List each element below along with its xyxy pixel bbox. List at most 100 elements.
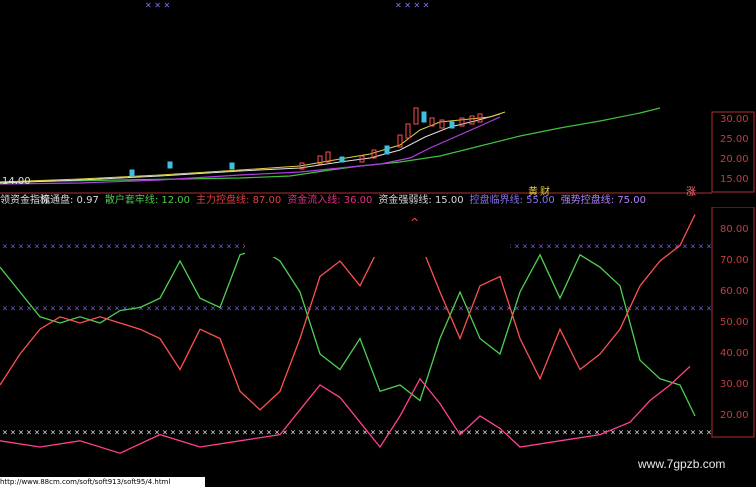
threshold-mark: × [42, 429, 48, 437]
threshold-mark: × [362, 429, 368, 437]
threshold-mark: × [578, 243, 584, 251]
threshold-mark: × [146, 305, 152, 313]
threshold-mark: × [554, 243, 560, 251]
indicator-param-3: 资金流入线: 36.00 [287, 195, 373, 206]
ma-line-yellow [0, 111, 506, 183]
candle [405, 123, 411, 139]
threshold-mark: × [458, 305, 464, 313]
threshold-mark: × [274, 305, 280, 313]
threshold-mark: × [346, 429, 352, 437]
ma-line-purple [0, 116, 501, 185]
ind-tick-50: 50.00 [720, 317, 749, 328]
threshold-mark: × [698, 429, 704, 437]
threshold-mark: × [322, 305, 328, 313]
threshold-mark: × [402, 305, 408, 313]
watermark: www.7gpzb.com [638, 457, 726, 471]
threshold-mark: × [178, 305, 184, 313]
threshold-mark: × [26, 429, 32, 437]
threshold-mark: × [146, 429, 152, 437]
threshold-mark: × [2, 429, 8, 437]
candle [413, 107, 419, 125]
threshold-mark: × [34, 243, 40, 251]
threshold-mark: × [322, 429, 328, 437]
threshold-mark: × [186, 429, 192, 437]
threshold-mark: × [162, 305, 168, 313]
threshold-mark: × [234, 243, 240, 251]
threshold-mark: × [154, 305, 160, 313]
threshold-mark: × [554, 429, 560, 437]
threshold-mark: × [634, 429, 640, 437]
threshold-mark: × [394, 429, 400, 437]
threshold-mark: × [474, 429, 480, 437]
threshold-mark: × [338, 305, 344, 313]
threshold-mark: × [666, 243, 672, 251]
threshold-mark: × [594, 305, 600, 313]
threshold-mark: × [298, 429, 304, 437]
threshold-mark: × [42, 305, 48, 313]
candle [469, 115, 475, 125]
threshold-mark: × [258, 429, 264, 437]
threshold-mark: × [114, 243, 120, 251]
threshold-mark: × [578, 305, 584, 313]
threshold-mark: × [618, 429, 624, 437]
threshold-mark: × [602, 305, 608, 313]
indicator-param-5: 控盘临界线: 55.00 [469, 195, 555, 206]
threshold-mark: × [586, 243, 592, 251]
threshold-mark: × [354, 305, 360, 313]
threshold-mark: × [170, 243, 176, 251]
threshold-mark: × [346, 305, 352, 313]
threshold-mark: × [378, 429, 384, 437]
threshold-mark: × [226, 305, 232, 313]
price-tick-25: 25.00 [720, 134, 749, 145]
threshold-mark: × [594, 243, 600, 251]
threshold-mark: × [18, 429, 24, 437]
threshold-mark: × [34, 429, 40, 437]
ind-tick-30: 30.00 [720, 379, 749, 390]
threshold-mark: × [626, 243, 632, 251]
ind-tick-40: 40.00 [720, 348, 749, 359]
threshold-mark: × [106, 305, 112, 313]
indicator-chart[interactable]: × × × × × × × × × × × × × × × × × × × × × × × × × × × × × × × × × × × × × × × ×… [0, 207, 756, 477]
threshold-mark: × [642, 243, 648, 251]
threshold-mark: × [418, 305, 424, 313]
threshold-mark: × [562, 429, 568, 437]
price-chart[interactable]: ✕ ✕ ✕ ✕ ✕ ✕ ✕ ✕ [0, 0, 756, 195]
threshold-mark: × [370, 305, 376, 313]
ind-tick-60: 60.00 [720, 286, 749, 297]
indicator-line-0 [0, 247, 696, 417]
threshold-mark: × [58, 429, 64, 437]
threshold-mark: × [18, 305, 24, 313]
threshold-mark: × [138, 429, 144, 437]
threshold-mark: × [418, 429, 424, 437]
threshold-mark: × [130, 243, 136, 251]
threshold-mark: × [330, 429, 336, 437]
threshold-mark: × [242, 305, 248, 313]
price-tick-20: 20.00 [720, 154, 749, 165]
threshold-mark: × [698, 305, 704, 313]
threshold-mark: × [194, 305, 200, 313]
threshold-mark: × [674, 429, 680, 437]
threshold-mark: × [290, 305, 296, 313]
threshold-mark: × [138, 243, 144, 251]
threshold-mark: × [634, 305, 640, 313]
threshold-mark: × [570, 243, 576, 251]
threshold-mark: × [538, 305, 544, 313]
ma-line-green [0, 107, 661, 183]
indicator-param-1: 散户套牢线: 12.00 [104, 195, 191, 206]
threshold-mark: × [610, 243, 616, 251]
indicator-header: 领资金指标 流通盘: 0.97 散户套牢线: 12.00 主力控盘线: 87.00 资… [0, 195, 712, 207]
status-url[interactable]: http://www.88cm.com/soft/soft913/soft95/… [0, 477, 205, 487]
threshold-mark: × [202, 429, 208, 437]
threshold-mark: × [354, 429, 360, 437]
threshold-mark: × [122, 305, 128, 313]
threshold-mark: × [66, 429, 72, 437]
indicator-line-2 [0, 365, 691, 454]
threshold-mark: × [434, 429, 440, 437]
threshold-mark: × [250, 305, 256, 313]
threshold-mark: × [2, 243, 8, 251]
threshold-mark: × [682, 429, 688, 437]
candle [449, 121, 455, 129]
threshold-mark: × [674, 305, 680, 313]
threshold-mark: × [130, 429, 136, 437]
threshold-mark: × [658, 243, 664, 251]
